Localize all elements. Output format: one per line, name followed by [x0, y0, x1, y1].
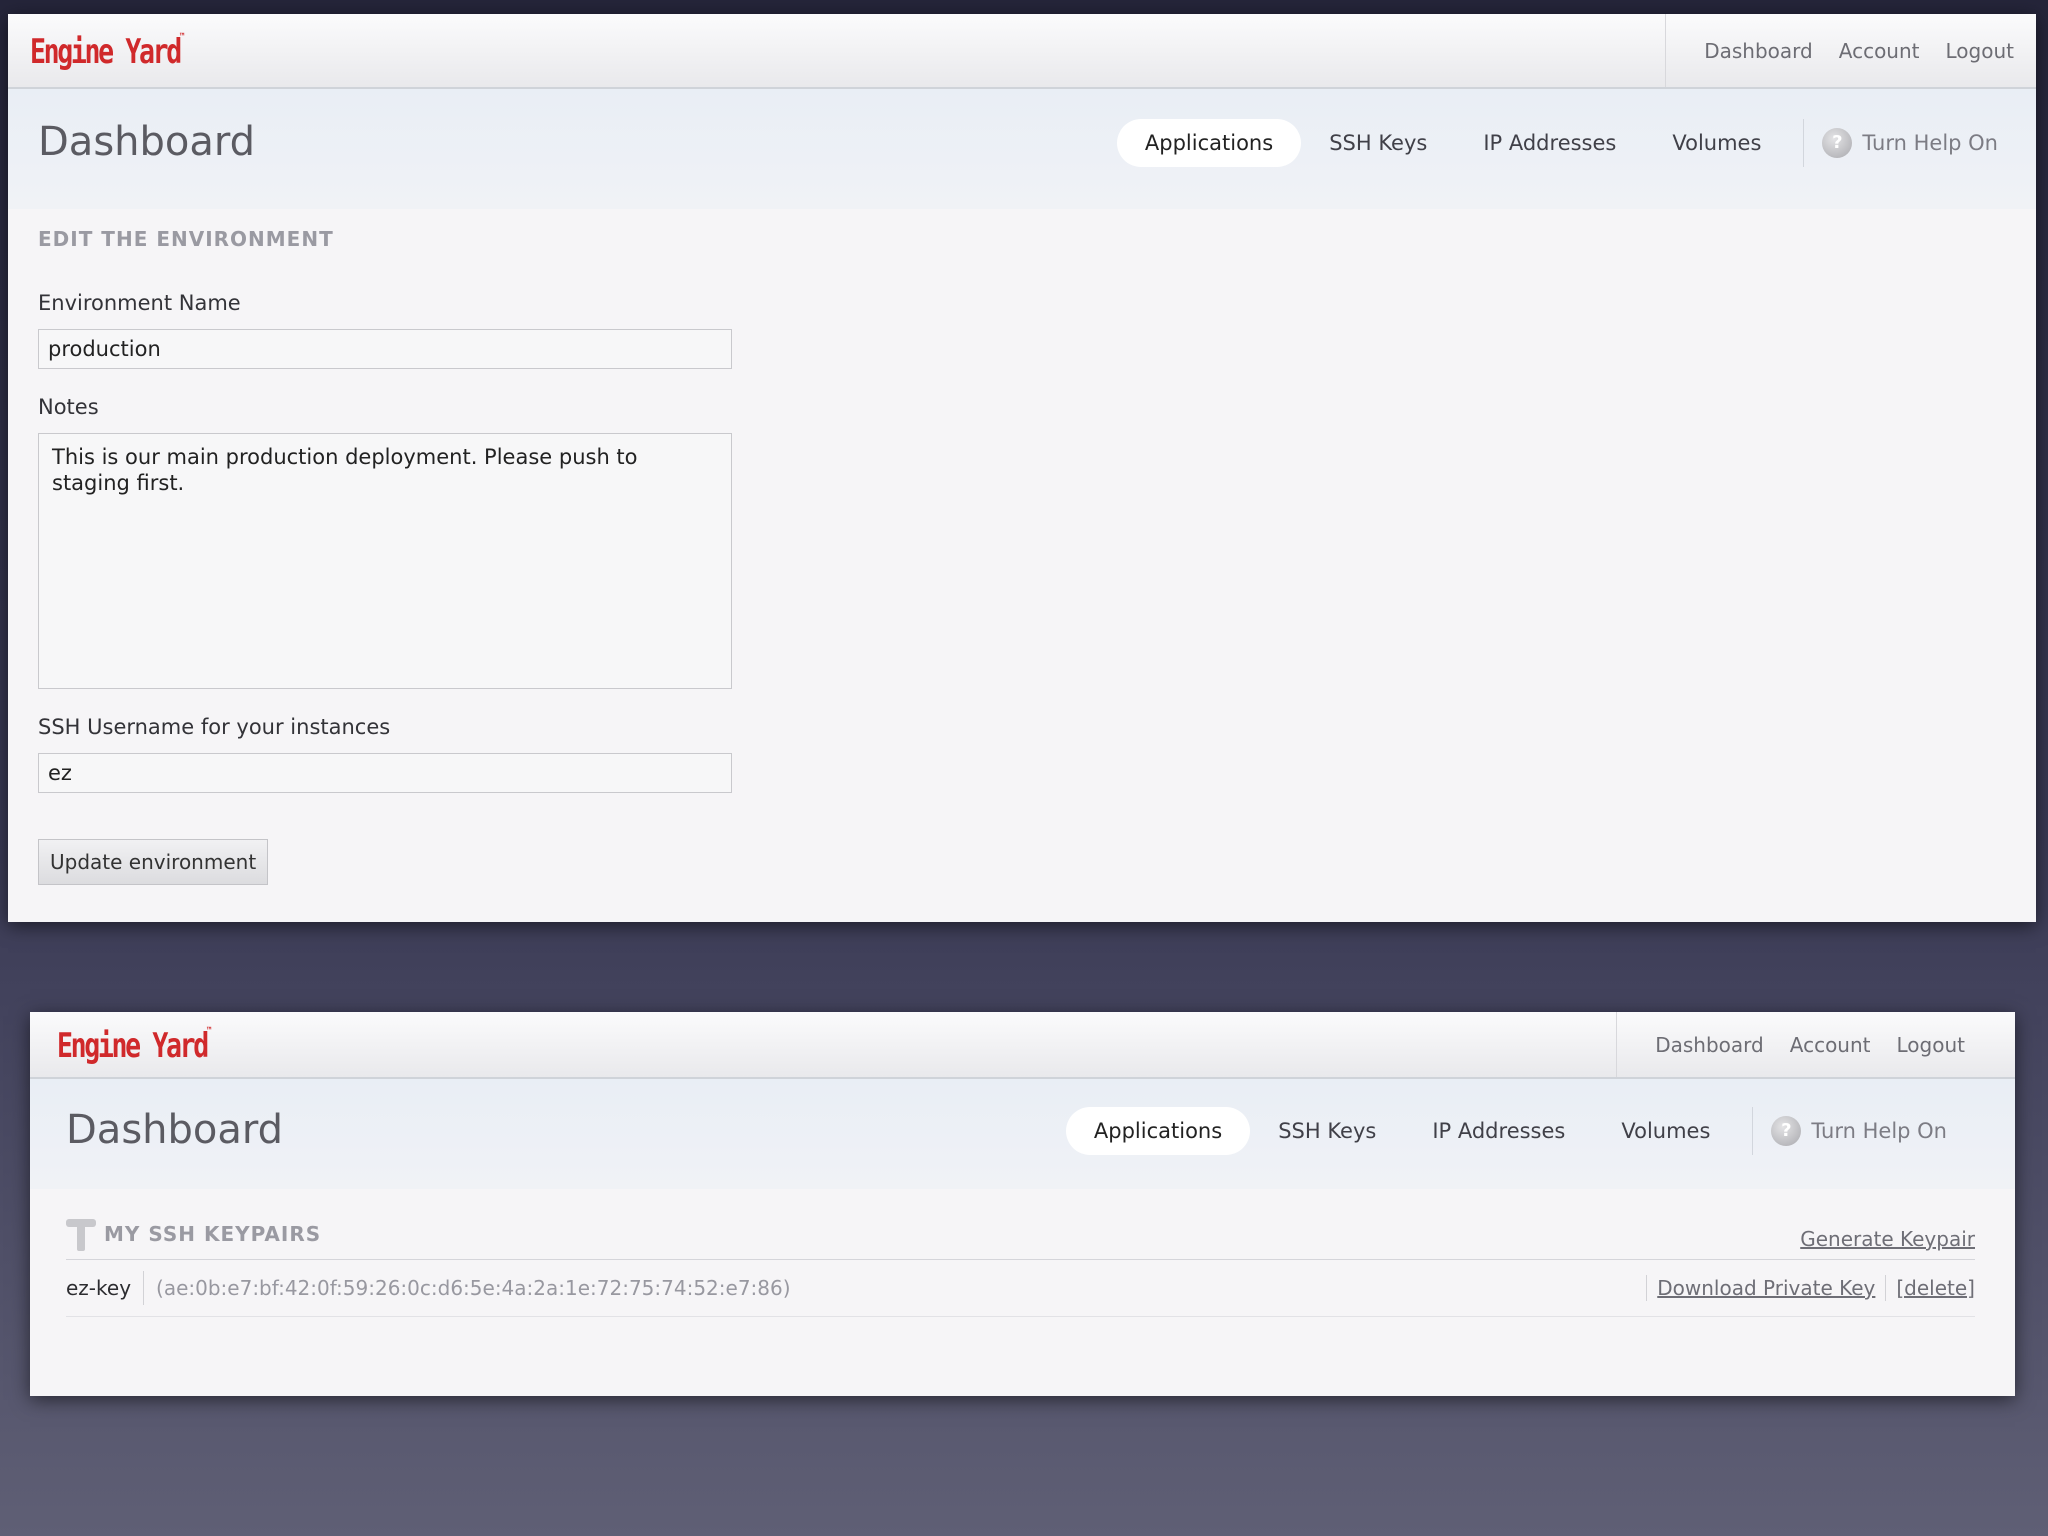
download-private-key-link[interactable]: Download Private Key — [1657, 1276, 1875, 1300]
update-environment-button[interactable]: Update environment — [38, 839, 269, 885]
top-bar: Engine Yard™ Dashboard Account Logout — [30, 1012, 2015, 1079]
keypairs-header: MY SSH KEYPAIRS Generate Keypair — [66, 1217, 1975, 1260]
page-title: Dashboard — [38, 119, 256, 165]
engine-yard-logo[interactable]: Engine Yard™ — [30, 32, 185, 72]
question-circle-icon: ? — [1822, 128, 1853, 158]
question-circle-icon: ? — [1771, 1116, 1802, 1146]
delete-key-link[interactable]: [delete] — [1896, 1276, 1975, 1300]
ssh-username-label: SSH Username for your instances — [38, 715, 391, 739]
main-tabs: Applications SSH Keys IP Addresses Volum… — [1065, 1107, 1947, 1155]
environment-name-input[interactable] — [38, 329, 732, 369]
tab-applications[interactable]: Applications — [1065, 1107, 1251, 1155]
ssh-keypairs-window: Engine Yard™ Dashboard Account Logout Da… — [30, 1012, 2015, 1396]
generate-keypair-link[interactable]: Generate Keypair — [1800, 1227, 1975, 1251]
tab-ssh-keys[interactable]: SSH Keys — [1301, 119, 1455, 167]
dashboard-header: Dashboard Applications SSH Keys IP Addre… — [30, 1079, 2015, 1189]
top-bar: Engine Yard™ Dashboard Account Logout — [8, 14, 2036, 89]
top-nav-dashboard[interactable]: Dashboard — [1704, 39, 1813, 63]
edit-environment-form: EDIT THE ENVIRONMENT Environment Name No… — [38, 227, 738, 885]
top-nav-account[interactable]: Account — [1790, 1033, 1871, 1057]
top-nav-logout[interactable]: Logout — [1897, 1033, 1965, 1057]
dashboard-header: Dashboard Applications SSH Keys IP Addre… — [8, 89, 2036, 209]
page-title: Dashboard — [66, 1107, 284, 1153]
key-icon — [66, 1217, 96, 1251]
key-fingerprint: (ae:0b:e7:bf:42:0f:59:26:0c:d6:5e:4a:2a:… — [156, 1276, 791, 1300]
top-nav: Dashboard Account Logout — [1616, 1012, 1965, 1077]
keypairs-title: MY SSH KEYPAIRS — [66, 1217, 321, 1251]
turn-help-on-toggle[interactable]: ? Turn Help On — [1752, 1107, 1947, 1155]
tab-ip-addresses[interactable]: IP Addresses — [1404, 1107, 1593, 1155]
environment-name-label: Environment Name — [38, 291, 241, 315]
top-nav: Dashboard Account Logout — [1665, 14, 2014, 87]
key-actions: Download Private Key [delete] — [1636, 1275, 1975, 1301]
key-name: ez-key — [66, 1271, 145, 1305]
edit-environment-window: Engine Yard™ Dashboard Account Logout Da… — [8, 14, 2036, 922]
notes-label: Notes — [38, 395, 99, 419]
list-item: ez-key (ae:0b:e7:bf:42:0f:59:26:0c:d6:5e… — [66, 1260, 1975, 1317]
top-nav-dashboard[interactable]: Dashboard — [1655, 1033, 1764, 1057]
turn-help-on-toggle[interactable]: ? Turn Help On — [1803, 119, 1998, 167]
top-nav-account[interactable]: Account — [1839, 39, 1920, 63]
ssh-keypairs-section: MY SSH KEYPAIRS Generate Keypair ez-key … — [66, 1217, 1975, 1317]
help-label: Turn Help On — [1811, 1119, 1947, 1143]
notes-textarea[interactable]: This is our main production deployment. … — [38, 433, 732, 689]
tab-ssh-keys[interactable]: SSH Keys — [1250, 1107, 1404, 1155]
tab-volumes[interactable]: Volumes — [1593, 1107, 1738, 1155]
section-heading: EDIT THE ENVIRONMENT — [38, 227, 334, 251]
main-tabs: Applications SSH Keys IP Addresses Volum… — [1116, 119, 1998, 167]
keypairs-heading: MY SSH KEYPAIRS — [104, 1222, 322, 1246]
tab-applications[interactable]: Applications — [1116, 119, 1302, 167]
ssh-username-input[interactable] — [38, 753, 732, 793]
help-label: Turn Help On — [1862, 131, 1998, 155]
tab-ip-addresses[interactable]: IP Addresses — [1455, 119, 1644, 167]
tab-volumes[interactable]: Volumes — [1644, 119, 1789, 167]
top-nav-logout[interactable]: Logout — [1946, 39, 2014, 63]
engine-yard-logo[interactable]: Engine Yard™ — [57, 1026, 212, 1066]
